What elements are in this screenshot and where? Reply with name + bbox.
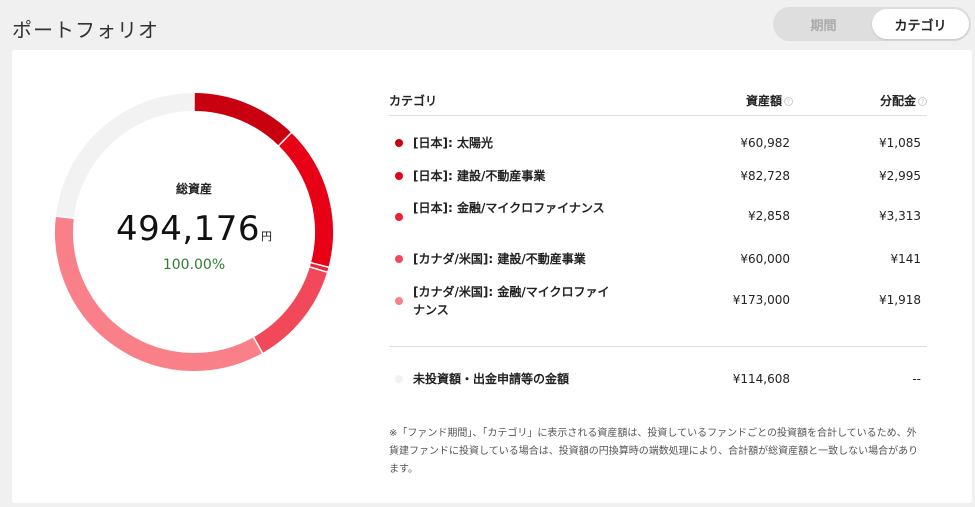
row-dividend: ¥1,918 [879,293,921,307]
uninvested-row: 未投資額・出金申請等の金額 ¥114,608 -- [389,370,927,388]
header-asset: 資産額? [746,92,793,109]
row-asset: ¥173,000 [732,293,790,307]
legend-dot [395,213,403,221]
row-category: [カナダ/米国]: 金融/マイクロファイナンス [413,285,610,317]
row-category: [カナダ/米国]: 建設/不動産事業 [413,252,586,266]
row-category: 未投資額・出金申請等の金額 [413,372,570,386]
help-icon[interactable]: ? [918,97,927,106]
page-title: ポートフォリオ [12,18,159,42]
row-dividend: ¥3,313 [879,209,921,223]
legend-dot [395,172,403,180]
row-asset: ¥60,982 [740,136,790,150]
table-row: [日本]: 太陽光 ¥60,982 ¥1,085 [389,134,927,152]
table-row: [カナダ/米国]: 金融/マイクロファイナンス ¥173,000 ¥1,918 [389,283,927,319]
header-category: カテゴリ [389,94,438,108]
total-assets-label: 総資産 [175,182,212,196]
total-assets-value: 494,176 [115,209,261,249]
tab-category[interactable]: カテゴリ [872,9,969,39]
table-row: [カナダ/米国]: 建設/不動産事業 ¥60,000 ¥141 [389,250,927,268]
footnote: ※「ファンド期間」、「カテゴリ」に表示される資産額は、投資しているファンドごとの… [389,428,919,475]
donut-chart: 総資産 494,176 円 100.00% [53,91,335,373]
row-dividend: ¥2,995 [879,169,921,183]
row-category: [日本]: 金融/マイクロファイナンス [413,201,605,215]
tab-period[interactable]: 期間 [775,9,872,39]
table-row: [日本]: 金融/マイクロファイナンス ¥2,858 ¥3,313 [389,199,927,235]
total-assets-percent: 100.00% [162,257,226,273]
help-icon[interactable]: ? [784,97,793,106]
row-category: [日本]: 建設/不動産事業 [413,169,546,183]
legend-dot [395,297,403,305]
header-dividend: 分配金? [880,92,927,109]
portfolio-card: 総資産 494,176 円 100.00% カテゴリ 資産額? 分配金? [日本… [12,50,972,503]
row-category: [日本]: 太陽光 [413,136,493,150]
row-asset: ¥82,728 [740,169,790,183]
row-dividend: ¥141 [890,252,921,266]
row-asset: ¥114,608 [732,372,790,386]
legend-dot [395,255,403,263]
view-toggle: 期間 カテゴリ [773,7,971,41]
row-dividend: -- [912,372,921,386]
table-row: [日本]: 建設/不動産事業 ¥82,728 ¥2,995 [389,167,927,185]
row-asset: ¥60,000 [740,252,790,266]
row-asset: ¥2,858 [748,209,790,223]
total-assets-unit: 円 [261,230,273,243]
table-header: カテゴリ 資産額? 分配金? [389,92,927,116]
legend-dot [395,375,403,383]
legend-dot [395,139,403,147]
row-dividend: ¥1,085 [879,136,921,150]
table-divider [389,346,927,347]
